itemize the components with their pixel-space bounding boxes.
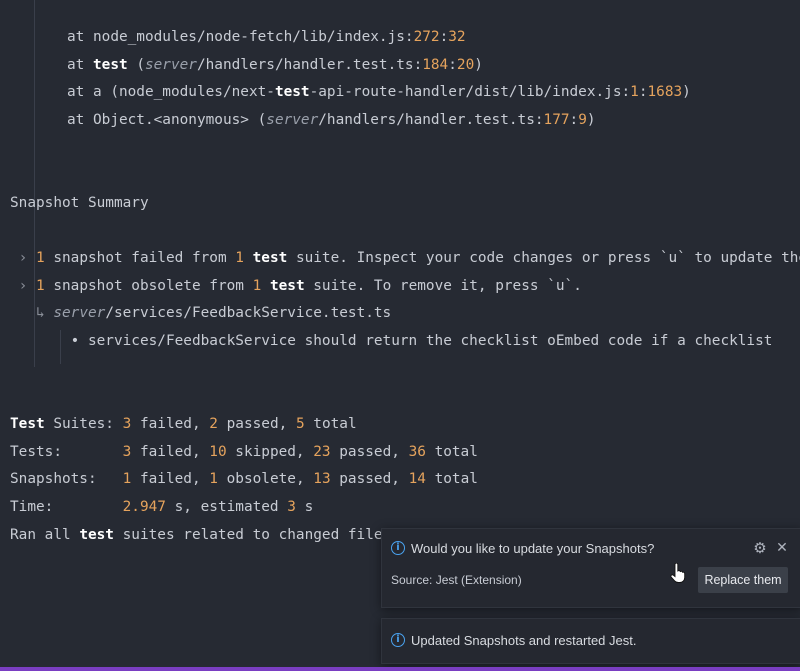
stack-line: at a (node_modules/next-test-api-route-h… [67,84,691,100]
replace-them-button[interactable]: Replace them [698,567,788,593]
result-suites: Test Suites: 3 failed, 2 passed, 5 total [10,416,357,432]
summary-file-line: ↳ server/services/FeedbackService.test.t… [10,305,392,321]
notification-message: Updated Snapshots and restarted Jest. [411,633,637,648]
close-icon[interactable]: ✕ [774,540,790,556]
updated-snapshots-notification: i Updated Snapshots and restarted Jest. [381,618,800,664]
stack-line: at Object.<anonymous> (server/handlers/h… [67,112,596,128]
notification-source: Source: Jest (Extension) [391,573,522,587]
result-ran-all: Ran all test suites related to changed f… [10,527,400,543]
summary-failed-line: › 1 snapshot failed from 1 test suite. I… [10,250,800,266]
result-tests: Tests: 3 failed, 10 skipped, 23 passed, … [10,444,478,460]
update-snapshots-notification: i Would you like to update your Snapshot… [381,528,800,608]
result-time: Time: 2.947 s, estimated 3 s [10,499,314,515]
summary-heading: Snapshot Summary [10,195,149,211]
stack-line: at test (server/handlers/handler.test.ts… [67,57,483,73]
info-icon: i [391,541,405,555]
hand-pointer-icon [670,563,686,583]
summary-item-line: • services/FeedbackService should return… [10,333,773,349]
gear-icon[interactable]: ⚙ [752,540,768,556]
notification-message: Would you like to update your Snapshots? [411,541,655,556]
status-bar-accent [0,667,800,671]
stack-line: at node_modules/node-fetch/lib/index.js:… [67,29,466,45]
summary-obsolete-line: › 1 snapshot obsolete from 1 test suite.… [10,278,582,294]
info-icon: i [391,633,405,647]
result-snapshots: Snapshots: 1 failed, 1 obsolete, 13 pass… [10,471,478,487]
